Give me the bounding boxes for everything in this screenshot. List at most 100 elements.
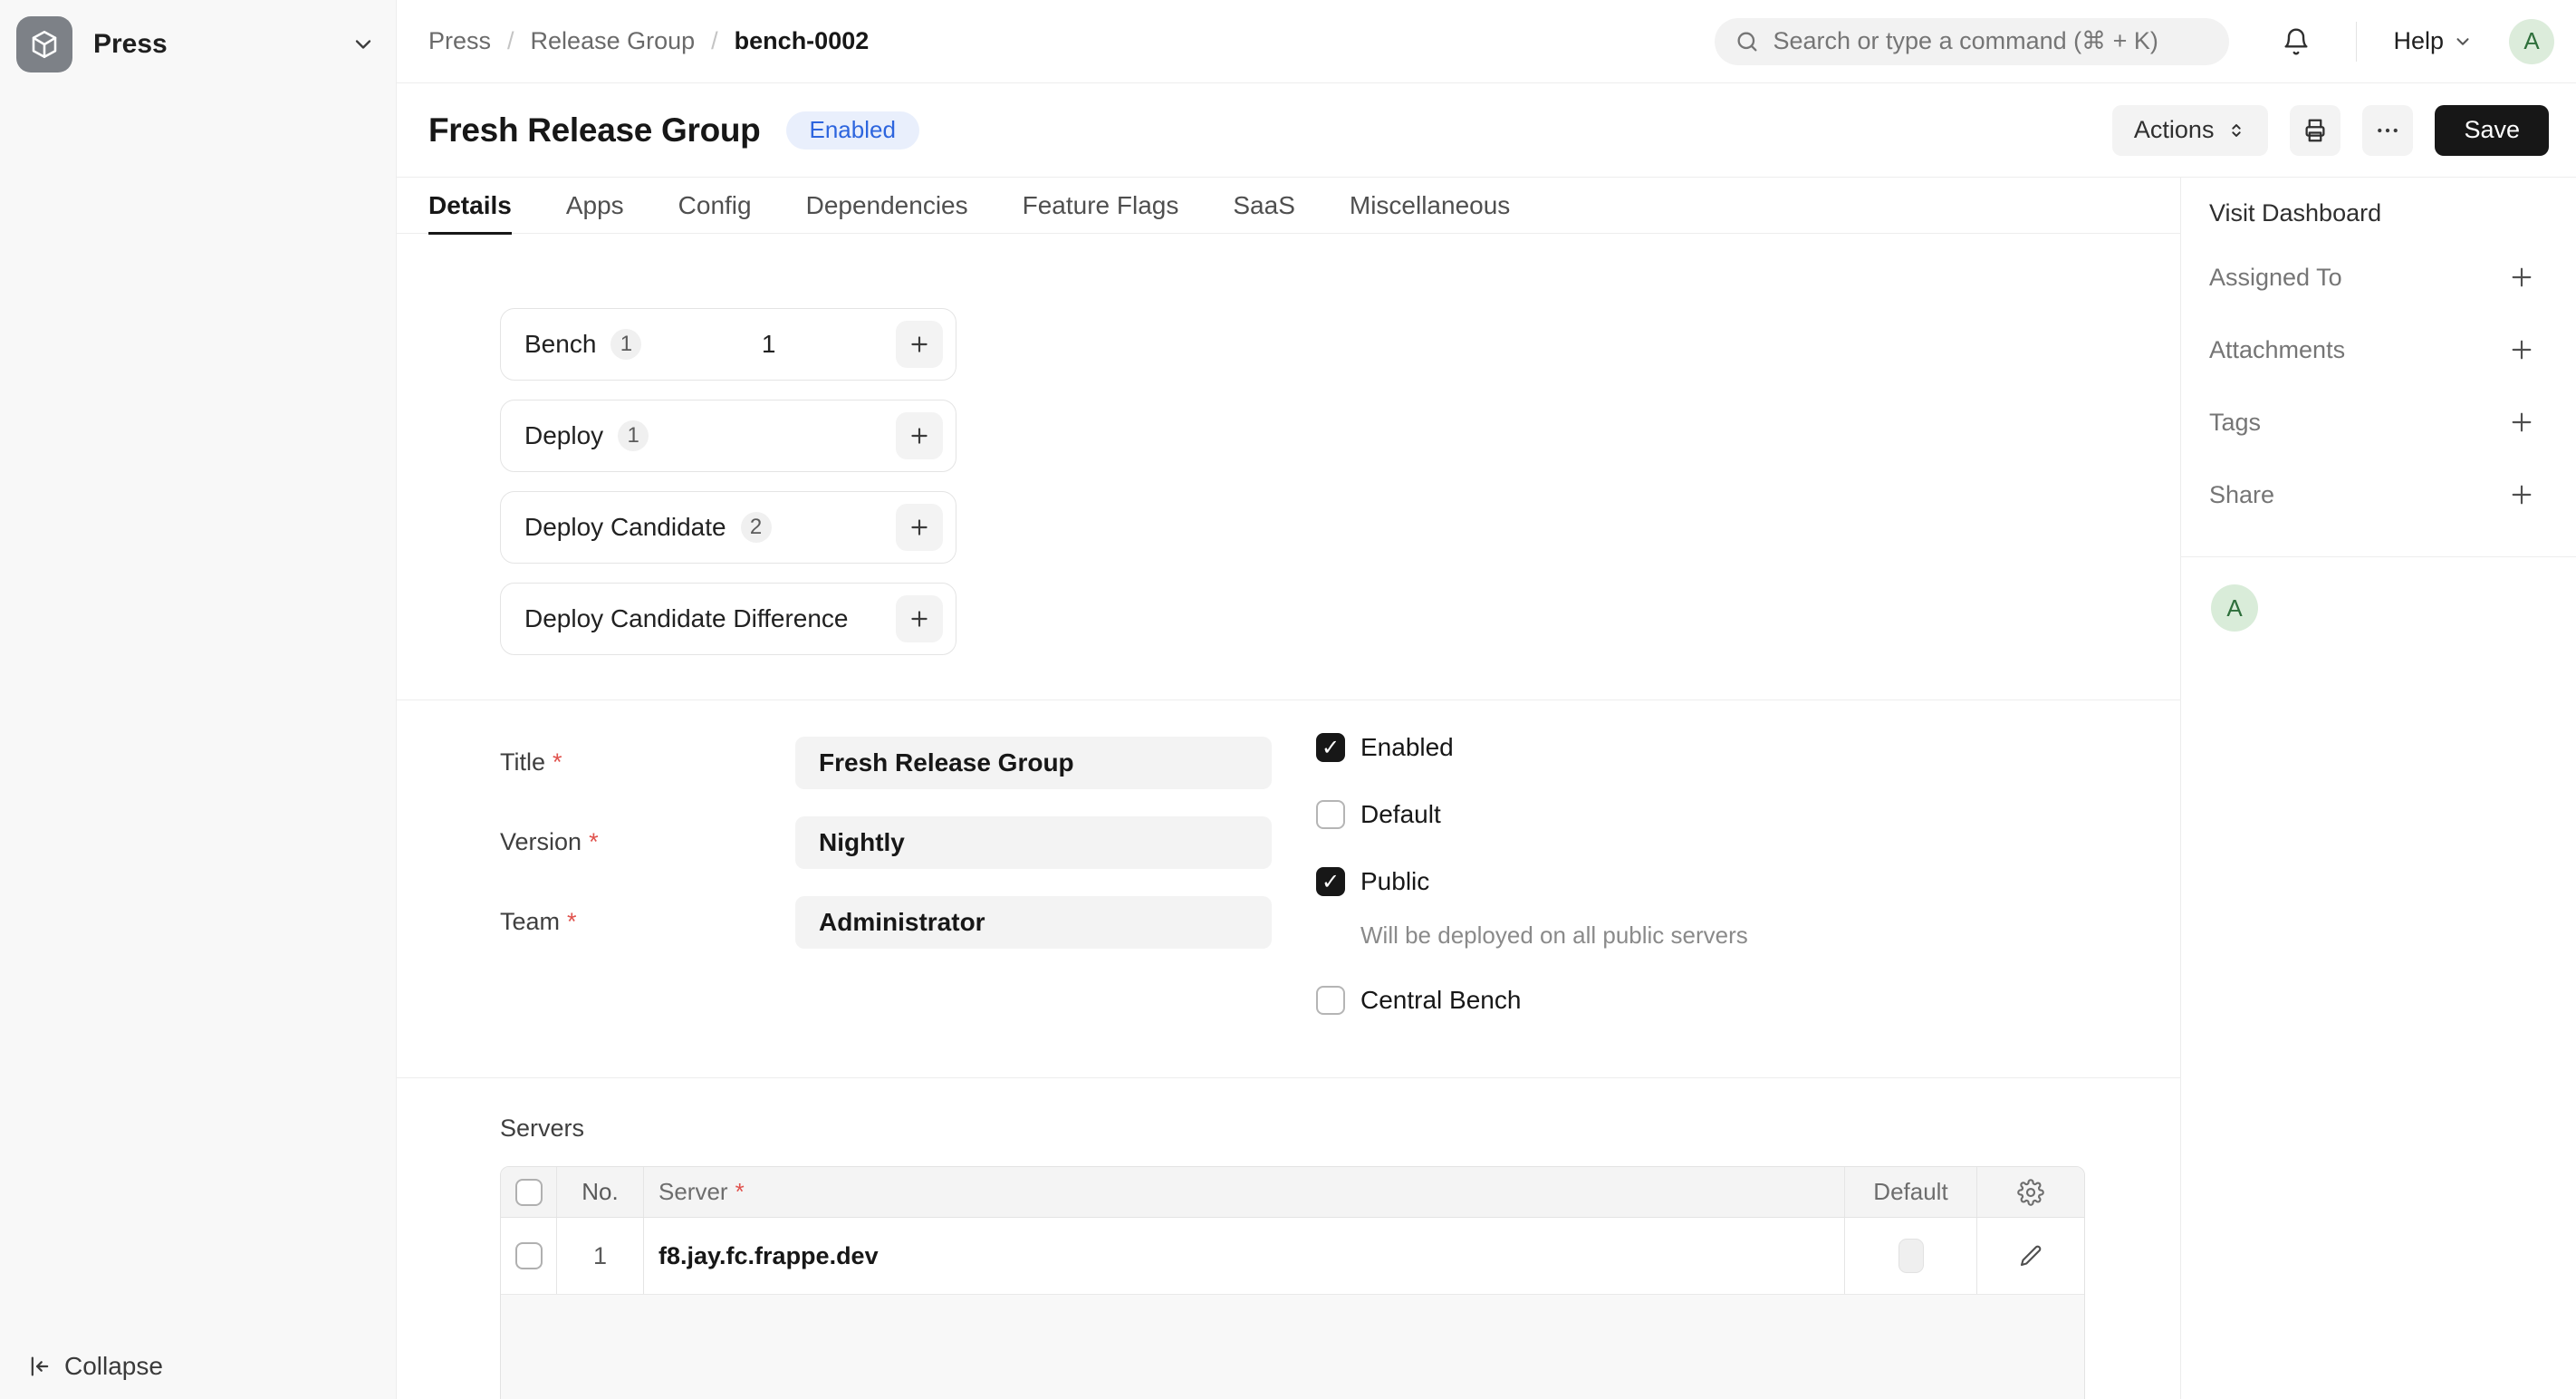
print-button[interactable]: [2290, 105, 2341, 156]
assigned-to-label: Assigned To: [2209, 264, 2342, 292]
title-field-label: Title*: [500, 737, 795, 789]
topbar: Press / Release Group / bench-0002 Searc…: [397, 0, 2576, 83]
topbar-right: Search or type a command (⌘ + K) Help A: [1715, 18, 2554, 65]
ellipsis-icon: [2374, 117, 2401, 144]
version-field[interactable]: Nightly: [795, 816, 1272, 869]
tab-dependencies[interactable]: Dependencies: [806, 178, 968, 234]
breadcrumb-release-group[interactable]: Release Group: [531, 27, 696, 55]
title-field-row: Title* Fresh Release Group: [500, 737, 1272, 789]
select-all-checkbox[interactable]: [515, 1179, 543, 1206]
details-form: Title* Fresh Release Group Version* Nigh…: [397, 700, 2180, 1077]
tab-saas[interactable]: SaaS: [1233, 178, 1295, 234]
title-field[interactable]: Fresh Release Group: [795, 737, 1272, 789]
add-deploy-candidate-difference-button[interactable]: [896, 595, 943, 642]
panel-divider: [2181, 556, 2576, 557]
more-options-button[interactable]: [2362, 105, 2413, 156]
central-bench-checkbox-label: Central Bench: [1360, 986, 1521, 1015]
right-sidebar: Visit Dashboard Assigned To Attachments …: [2180, 178, 2576, 1399]
enabled-checkbox-label: Enabled: [1360, 733, 1454, 762]
topbar-divider: [2356, 22, 2357, 62]
column-header-no: No.: [557, 1167, 644, 1217]
plus-icon: [908, 424, 931, 448]
add-share-button[interactable]: [2507, 480, 2536, 509]
bench-count-badge: 1: [610, 329, 641, 360]
visit-dashboard-link[interactable]: Visit Dashboard: [2181, 185, 2576, 241]
chevron-down-icon: [2453, 32, 2473, 52]
breadcrumb-press[interactable]: Press: [428, 27, 491, 55]
public-checkbox[interactable]: [1316, 867, 1345, 896]
share-row: Share: [2181, 458, 2576, 531]
table-settings-gear-icon[interactable]: [2017, 1179, 2044, 1206]
deploy-candidate-difference-card-label: Deploy Candidate Difference: [524, 604, 848, 633]
deploy-candidate-card[interactable]: Deploy Candidate 2: [500, 491, 956, 564]
public-checkbox-row[interactable]: Public: [1316, 867, 1748, 896]
breadcrumb-separator: /: [711, 27, 718, 55]
deploy-candidate-difference-card[interactable]: Deploy Candidate Difference: [500, 583, 956, 655]
tab-bar: Details Apps Config Dependencies Feature…: [397, 178, 2180, 234]
search-input[interactable]: Search or type a command (⌘ + K): [1715, 18, 2229, 65]
left-sidebar: Press Collapse: [0, 0, 397, 1399]
attachments-label: Attachments: [2209, 336, 2345, 364]
default-checkbox-row[interactable]: Default: [1316, 800, 1748, 829]
server-name-cell[interactable]: f8.jay.fc.frappe.dev: [644, 1218, 1845, 1294]
column-header-server: Server*: [644, 1167, 1845, 1217]
deploy-candidate-count-badge: 2: [741, 512, 772, 543]
bench-card[interactable]: Bench 1 1: [500, 308, 956, 381]
version-field-label: Version*: [500, 816, 795, 869]
bench-card-value: 1: [641, 330, 896, 359]
collapse-sidebar-button[interactable]: Collapse: [27, 1348, 163, 1385]
central-bench-checkbox-row[interactable]: Central Bench: [1316, 986, 1748, 1015]
tags-label: Tags: [2209, 409, 2261, 437]
version-field-row: Version* Nightly: [500, 816, 1272, 869]
enabled-checkbox-row[interactable]: Enabled: [1316, 733, 1748, 762]
plus-icon: [2507, 335, 2536, 364]
team-field[interactable]: Administrator: [795, 896, 1272, 949]
add-assignment-button[interactable]: [2507, 263, 2536, 292]
add-attachment-button[interactable]: [2507, 335, 2536, 364]
search-icon: [1735, 29, 1760, 54]
add-deploy-button[interactable]: [896, 412, 943, 459]
enabled-checkbox[interactable]: [1316, 733, 1345, 762]
user-avatar[interactable]: A: [2509, 19, 2554, 64]
default-checkbox[interactable]: [1316, 800, 1345, 829]
deploy-card[interactable]: Deploy 1: [500, 400, 956, 472]
chevron-up-down-icon: [2226, 121, 2246, 140]
tab-config[interactable]: Config: [678, 178, 752, 234]
actions-label: Actions: [2134, 116, 2215, 144]
notifications-bell-icon[interactable]: [2282, 27, 2311, 56]
server-table-row[interactable]: 1 f8.jay.fc.frappe.dev: [501, 1218, 2084, 1295]
row-number: 1: [557, 1218, 644, 1294]
share-label: Share: [2209, 481, 2274, 509]
help-menu[interactable]: Help: [2393, 27, 2473, 55]
central-bench-checkbox[interactable]: [1316, 986, 1345, 1015]
add-deploy-candidate-button[interactable]: [896, 504, 943, 551]
printer-icon: [2302, 117, 2329, 144]
save-button[interactable]: Save: [2435, 105, 2549, 156]
actions-dropdown-button[interactable]: Actions: [2112, 105, 2269, 156]
workspace-switcher[interactable]: Press: [16, 15, 376, 73]
breadcrumb: Press / Release Group / bench-0002: [428, 27, 869, 55]
tab-apps[interactable]: Apps: [566, 178, 624, 234]
add-tag-button[interactable]: [2507, 408, 2536, 437]
collapse-label: Collapse: [64, 1352, 163, 1381]
default-checkbox-label: Default: [1360, 800, 1441, 829]
tab-miscellaneous[interactable]: Miscellaneous: [1350, 178, 1510, 234]
search-placeholder: Search or type a command (⌘ + K): [1773, 27, 2158, 55]
deploy-card-label: Deploy: [524, 421, 603, 450]
assigned-to-row: Assigned To: [2181, 241, 2576, 314]
tab-details[interactable]: Details: [428, 178, 512, 234]
attachments-row: Attachments: [2181, 314, 2576, 386]
edit-row-pencil-icon[interactable]: [2017, 1242, 2044, 1269]
status-badge: Enabled: [786, 111, 919, 150]
default-cell-checkbox[interactable]: [1898, 1239, 1924, 1273]
public-checkbox-label: Public: [1360, 867, 1429, 896]
chevron-down-icon: [351, 32, 376, 57]
form-fields: Title* Fresh Release Group Version* Nigh…: [500, 737, 1272, 976]
required-marker: *: [735, 1178, 745, 1206]
main-content: Details Apps Config Dependencies Feature…: [397, 178, 2180, 1399]
tab-feature-flags[interactable]: Feature Flags: [1023, 178, 1179, 234]
document-header: Fresh Release Group Enabled Actions Save: [397, 83, 2576, 178]
add-bench-button[interactable]: [896, 321, 943, 368]
row-checkbox[interactable]: [515, 1242, 543, 1269]
breadcrumb-separator: /: [507, 27, 514, 55]
